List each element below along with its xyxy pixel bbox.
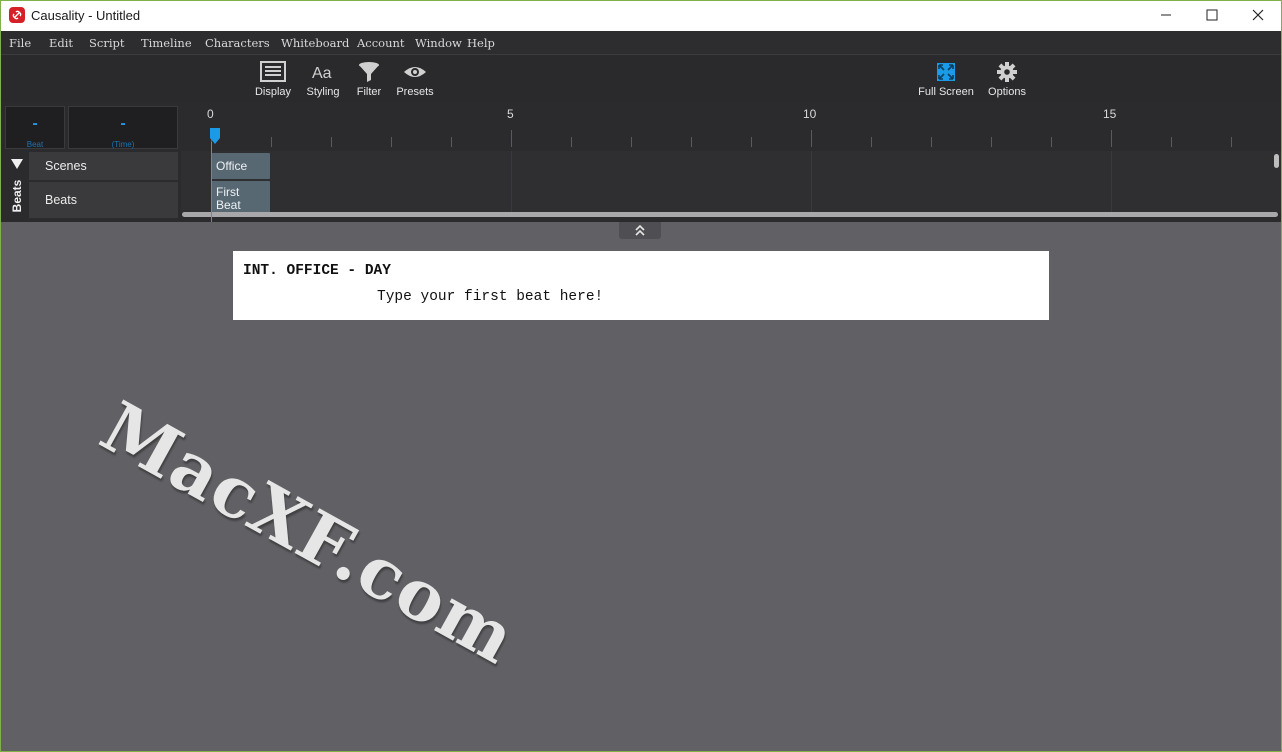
ruler-tick [631, 137, 632, 147]
scene-block-office[interactable]: Office [211, 153, 270, 179]
ruler-tick [271, 137, 272, 147]
scenes-row-label[interactable]: Scenes [29, 152, 178, 180]
collapse-timeline-button[interactable] [619, 222, 661, 239]
toolbar: Display Aa Styling Filter Presets Full S… [1, 54, 1281, 103]
time-value: - [120, 115, 126, 132]
ruler-tick [871, 137, 872, 147]
ruler-tick [811, 130, 812, 147]
filter-label: Filter [356, 86, 382, 98]
menu-window[interactable]: Window [415, 36, 462, 50]
fullscreen-label: Full Screen [918, 86, 974, 98]
ruler-tick [391, 137, 392, 147]
tick-label: 0 [207, 107, 214, 121]
script-page[interactable]: INT. OFFICE - DAY Type your first beat h… [233, 251, 1049, 320]
menu-whiteboard[interactable]: Whiteboard [281, 36, 349, 50]
menu-help[interactable]: Help [467, 36, 495, 50]
app-logo-icon [9, 7, 25, 23]
track-divider [1111, 151, 1112, 213]
title-bar: Causality - Untitled [0, 0, 1282, 31]
tick-label: 5 [507, 107, 514, 121]
font-styling-icon: Aa [312, 65, 332, 82]
double-chevron-up-icon [635, 225, 645, 236]
gear-icon [997, 62, 1017, 82]
menu-characters[interactable]: Characters [205, 36, 270, 50]
menu-edit[interactable]: Edit [49, 36, 73, 50]
ruler-tick [751, 137, 752, 147]
collapse-triangle-icon[interactable] [11, 159, 23, 169]
menu-account[interactable]: Account [357, 36, 405, 50]
close-icon [1252, 9, 1264, 21]
presets-label: Presets [396, 86, 434, 98]
ruler-tick [1051, 137, 1052, 147]
beat-text[interactable]: Type your first beat here! [377, 289, 603, 305]
ruler-tick [931, 137, 932, 147]
beat-caption: Beat [26, 140, 44, 149]
track-divider [511, 151, 512, 213]
menu-script[interactable]: Script [89, 36, 124, 50]
window-title: Causality - Untitled [31, 8, 141, 23]
ruler-tick [331, 137, 332, 147]
timeline-horizontal-scrollbar[interactable] [182, 212, 1278, 217]
ruler-tick [1231, 137, 1232, 147]
ruler-tick [991, 137, 992, 147]
ruler-tick [451, 137, 452, 147]
beats-side-tab[interactable]: Beats [5, 151, 29, 218]
menu-file[interactable]: File [9, 36, 31, 50]
timeline-vertical-scrollbar[interactable] [1274, 154, 1279, 168]
scene-heading[interactable]: INT. OFFICE - DAY [243, 263, 391, 279]
close-button[interactable] [1235, 0, 1281, 31]
tick-label: 15 [1103, 107, 1117, 121]
filter-funnel-icon [359, 62, 379, 82]
ruler-tick [1111, 130, 1112, 147]
eye-icon [404, 67, 426, 77]
menu-bar: File Edit Script Timeline Characters Whi… [1, 31, 1281, 54]
minimize-button[interactable] [1143, 0, 1189, 31]
display-label: Display [254, 86, 292, 98]
menu-timeline[interactable]: Timeline [141, 36, 192, 50]
watermark: MacXF.com [87, 385, 530, 681]
beat-value: - [32, 115, 38, 132]
track-divider [811, 151, 812, 213]
fullscreen-icon [937, 63, 955, 81]
display-icon [260, 61, 286, 82]
timeline-ruler[interactable]: 0 5 10 15 [179, 102, 1281, 150]
maximize-button[interactable] [1189, 0, 1235, 31]
ruler-tick [571, 137, 572, 147]
beats-row-label[interactable]: Beats [29, 182, 178, 218]
timeline-panel: - Beat - (Time) 0 5 10 15 Beats Scenes B… [1, 102, 1281, 222]
maximize-icon [1206, 9, 1218, 21]
options-label: Options [988, 86, 1026, 98]
tick-label: 10 [803, 107, 817, 121]
minimize-icon [1161, 14, 1171, 16]
styling-label: Styling [306, 86, 340, 98]
ruler-tick [1171, 137, 1172, 147]
time-caption: (Time) [111, 140, 135, 149]
beats-side-label: Beats [10, 179, 24, 213]
ruler-tick [691, 137, 692, 147]
ruler-tick [511, 130, 512, 147]
track-area[interactable] [181, 151, 1281, 213]
svg-text:Aa: Aa [312, 65, 332, 82]
time-readout: - (Time) [68, 106, 178, 149]
beat-readout: - Beat [5, 106, 65, 149]
playhead-line [211, 142, 212, 222]
